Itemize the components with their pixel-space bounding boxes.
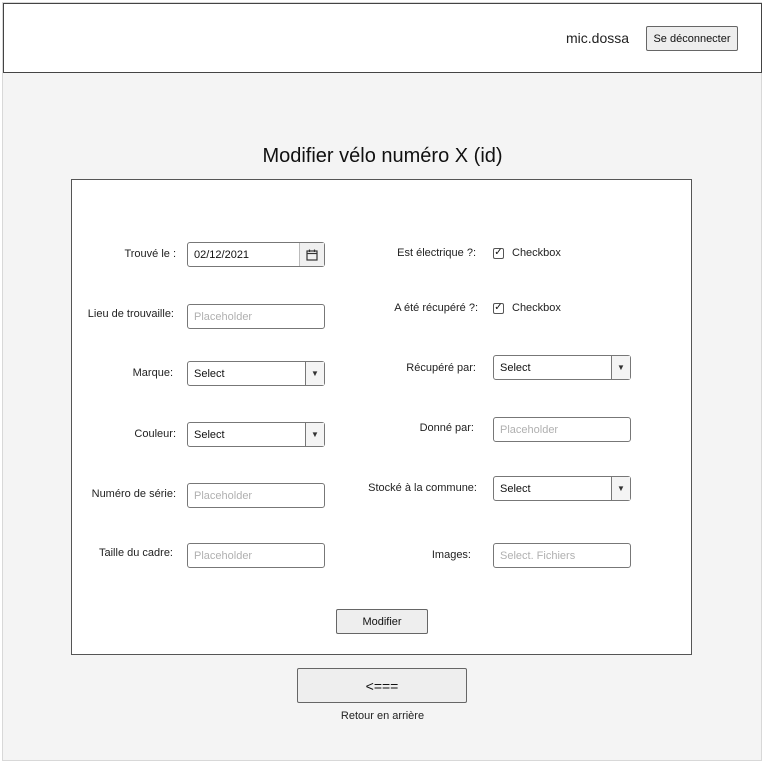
electric-label: Est électrique ?:	[397, 247, 476, 259]
back-button[interactable]: <===	[297, 668, 467, 703]
chevron-down-icon: ▼	[611, 477, 630, 500]
electric-checkbox-label: Checkbox	[512, 247, 561, 259]
frame-size-input[interactable]: Placeholder	[187, 543, 325, 568]
modify-button[interactable]: Modifier	[336, 609, 428, 634]
images-file-input[interactable]: Select. Fichiers	[493, 543, 631, 568]
page-title: Modifier vélo numéro X (id)	[262, 145, 503, 167]
recovered-by-value: Select	[500, 361, 531, 374]
location-label: Lieu de trouvaille:	[87, 308, 174, 320]
logout-button[interactable]: Se déconnecter	[646, 26, 738, 51]
brand-label: Marque:	[132, 367, 173, 379]
chevron-down-icon: ▼	[611, 356, 630, 379]
found-on-label: Trouvé le :	[124, 248, 176, 260]
color-label: Couleur:	[134, 428, 176, 440]
brand-select[interactable]: Select ▼	[187, 361, 325, 386]
frame-size-placeholder: Placeholder	[194, 549, 253, 562]
top-header: mic.dossa Se déconnecter	[3, 3, 762, 73]
recovered-by-label: Récupéré par:	[406, 362, 476, 374]
serial-label: Numéro de série:	[91, 488, 176, 500]
location-input[interactable]: Placeholder	[187, 304, 325, 329]
recovered-label: A été récupéré ?:	[394, 302, 478, 314]
given-by-placeholder: Placeholder	[500, 423, 559, 436]
chevron-down-icon: ▼	[305, 423, 324, 446]
back-caption: Retour en arrière	[340, 710, 425, 722]
check-icon: ✓	[493, 302, 504, 314]
stored-at-value: Select	[500, 482, 531, 495]
images-placeholder: Select. Fichiers	[500, 549, 576, 562]
electric-checkbox[interactable]: ✓ Checkbox	[493, 247, 561, 259]
stored-at-select[interactable]: Select ▼	[493, 476, 631, 501]
username: mic.dossa	[566, 30, 630, 46]
recovered-by-select[interactable]: Select ▼	[493, 355, 631, 380]
images-label: Images:	[431, 549, 471, 561]
frame-size-label: Taille du cadre:	[99, 547, 173, 559]
stored-at-label: Stocké à la commune:	[368, 482, 477, 494]
chevron-down-icon: ▼	[305, 362, 324, 385]
given-by-label: Donné par:	[419, 422, 474, 434]
recovered-checkbox-label: Checkbox	[512, 302, 561, 314]
color-value: Select	[194, 428, 225, 441]
check-icon: ✓	[493, 247, 504, 259]
serial-input[interactable]: Placeholder	[187, 483, 325, 508]
found-on-date-input[interactable]: 02/12/2021	[187, 242, 325, 267]
given-by-input[interactable]: Placeholder	[493, 417, 631, 442]
found-on-value: 02/12/2021	[194, 248, 250, 261]
calendar-icon[interactable]	[299, 243, 324, 266]
serial-placeholder: Placeholder	[194, 489, 253, 502]
location-placeholder: Placeholder	[194, 310, 253, 323]
color-select[interactable]: Select ▼	[187, 422, 325, 447]
brand-value: Select	[194, 367, 225, 380]
recovered-checkbox[interactable]: ✓ Checkbox	[493, 302, 561, 314]
